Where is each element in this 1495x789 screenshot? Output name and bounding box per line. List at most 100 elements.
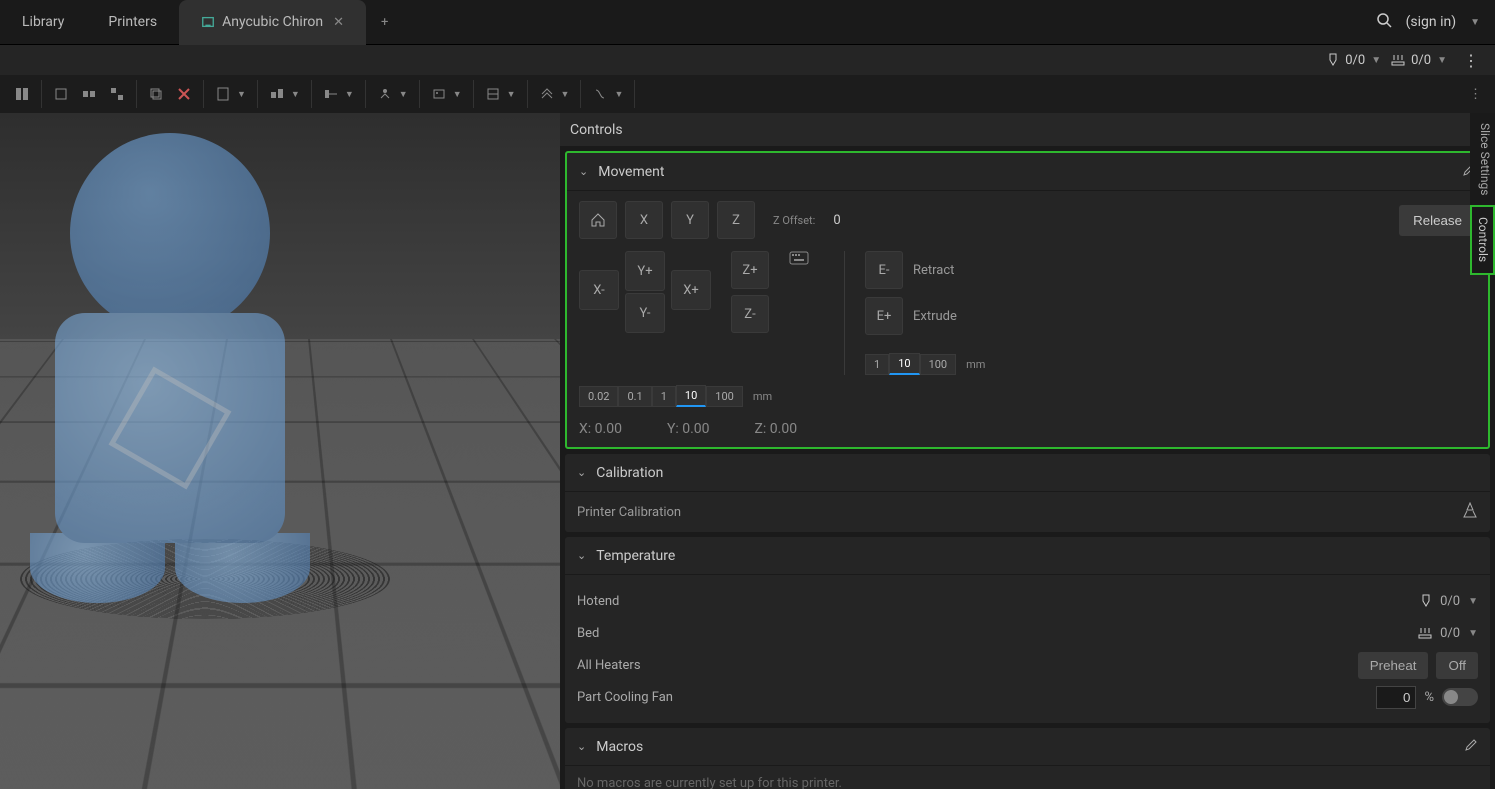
- tool-dd-8[interactable]: ▼: [586, 80, 629, 108]
- tool-dd-6[interactable]: ▼: [479, 80, 522, 108]
- jog-y-plus-button[interactable]: Y+: [625, 251, 665, 291]
- tabs-bar: Library Printers Anycubic Chiron ✕ + (si…: [0, 0, 1495, 45]
- bed-label: Bed: [577, 626, 1418, 641]
- chevron-down-icon: ⌄: [577, 549, 586, 562]
- tool-dd-1[interactable]: ▼: [209, 80, 252, 108]
- tool-arrange-1[interactable]: [47, 80, 75, 108]
- movement-step-1[interactable]: 1: [652, 386, 676, 407]
- movement-step-10[interactable]: 10: [676, 385, 706, 407]
- movement-step-selector: 0.020.1110100 mm: [579, 385, 1476, 407]
- section-header-calibration[interactable]: ⌄ Calibration: [565, 454, 1490, 492]
- jog-xy-cross: Y+ X- X+ Y-: [579, 251, 711, 329]
- section-movement: ⌄ Movement X Y Z Z Offset: 0 Release: [565, 151, 1490, 449]
- fan-speed-input[interactable]: [1376, 686, 1416, 709]
- signin-dropdown-icon[interactable]: ▼: [1470, 17, 1480, 28]
- jog-x-minus-button[interactable]: X-: [579, 270, 619, 310]
- macros-empty-label: No macros are currently set up for this …: [577, 776, 842, 789]
- position-row: X: 0.00 Y: 0.00 Z: 0.00: [579, 421, 1476, 437]
- more-menu-icon[interactable]: ⋮: [1457, 51, 1485, 70]
- tool-dd-3[interactable]: ▼: [317, 80, 360, 108]
- bed-icon: [1391, 54, 1405, 66]
- tool-dd-4[interactable]: ▼: [371, 80, 414, 108]
- toolbar: ▼ ▼ ▼ ▼ ▼ ▼ ▼ ▼ ⋮: [0, 75, 1495, 113]
- fan-toggle[interactable]: [1442, 688, 1478, 706]
- jog-z-plus-button[interactable]: Z+: [731, 251, 769, 289]
- tool-delete[interactable]: [170, 80, 198, 108]
- all-heaters-label: All Heaters: [577, 658, 1358, 673]
- extrude-step-selector: 110100 mm: [865, 353, 985, 375]
- status-hotend[interactable]: 0/0 ▼: [1327, 53, 1381, 68]
- edit-icon[interactable]: [1464, 738, 1478, 756]
- movement-step-0.1[interactable]: 0.1: [618, 386, 651, 407]
- z-offset-value: 0: [833, 213, 840, 228]
- 3d-viewport[interactable]: [0, 113, 560, 789]
- new-tab-button[interactable]: +: [366, 15, 403, 30]
- section-header-macros[interactable]: ⌄ Macros: [565, 728, 1490, 766]
- keyboard-icon[interactable]: [789, 251, 809, 269]
- model-preview: [20, 133, 320, 633]
- section-temperature: ⌄ Temperature Hotend 0/0 ▼ Bed 0/0: [565, 537, 1490, 723]
- home-x-button[interactable]: X: [625, 201, 663, 239]
- unit-label: mm: [753, 390, 772, 403]
- bed-dropdown-icon[interactable]: ▼: [1468, 628, 1478, 639]
- tool-copy[interactable]: [142, 80, 170, 108]
- extrude-step-100[interactable]: 100: [920, 354, 957, 375]
- home-icon: [590, 212, 606, 228]
- extrude-button[interactable]: E+: [865, 297, 903, 335]
- home-y-button[interactable]: Y: [671, 201, 709, 239]
- release-button[interactable]: Release: [1399, 205, 1476, 236]
- movement-step-100[interactable]: 100: [706, 386, 743, 407]
- signin-link[interactable]: (sign in): [1406, 14, 1457, 30]
- position-x: X: 0.00: [579, 421, 622, 437]
- jog-z-column: Z+ Z-: [731, 251, 769, 333]
- right-tab-slice-settings[interactable]: Slice Settings: [1470, 113, 1495, 205]
- extrude-step-1[interactable]: 1: [865, 354, 889, 375]
- fan-unit: %: [1424, 690, 1434, 705]
- bed-icon: [1418, 627, 1432, 639]
- status-bed[interactable]: 0/0 ▼: [1391, 53, 1447, 68]
- toolbar-more-icon[interactable]: ⋮: [1469, 87, 1492, 102]
- section-header-temperature[interactable]: ⌄ Temperature: [565, 537, 1490, 575]
- home-z-button[interactable]: Z: [717, 201, 755, 239]
- calibration-icon[interactable]: [1462, 502, 1478, 522]
- hotend-value: 0/0: [1440, 594, 1460, 609]
- search-icon[interactable]: [1376, 12, 1392, 32]
- movement-step-0.02[interactable]: 0.02: [579, 386, 618, 407]
- tool-arrange-2[interactable]: [75, 80, 103, 108]
- extrude-step-10[interactable]: 10: [889, 353, 919, 375]
- close-icon[interactable]: ✕: [333, 15, 344, 30]
- fan-label: Part Cooling Fan: [577, 690, 1376, 705]
- tab-library[interactable]: Library: [0, 0, 86, 45]
- hotend-dropdown-icon[interactable]: ▼: [1468, 596, 1478, 607]
- tool-dd-2[interactable]: ▼: [263, 80, 306, 108]
- chevron-down-icon: ⌄: [577, 740, 586, 753]
- retract-button[interactable]: E-: [865, 251, 903, 289]
- tool-dd-5[interactable]: ▼: [425, 80, 468, 108]
- z-offset-label: Z Offset:: [773, 214, 815, 227]
- panel-title-bar: Controls: [560, 113, 1495, 146]
- section-calibration: ⌄ Calibration Printer Calibration: [565, 454, 1490, 532]
- tool-view-1[interactable]: [8, 80, 36, 108]
- tool-dd-7[interactable]: ▼: [533, 80, 576, 108]
- jog-y-minus-button[interactable]: Y-: [625, 293, 665, 333]
- tab-printer-active[interactable]: Anycubic Chiron ✕: [179, 0, 366, 45]
- heaters-off-button[interactable]: Off: [1436, 652, 1478, 679]
- right-tab-controls[interactable]: Controls: [1470, 205, 1495, 274]
- nozzle-icon: [1327, 53, 1339, 67]
- controls-panel: Controls ⌄ Movement X Y: [560, 113, 1495, 789]
- chevron-down-icon: ⌄: [577, 466, 586, 479]
- tool-arrange-3[interactable]: [103, 80, 131, 108]
- jog-z-minus-button[interactable]: Z-: [731, 295, 769, 333]
- home-all-button[interactable]: [579, 201, 617, 239]
- section-header-movement[interactable]: ⌄ Movement: [567, 153, 1488, 191]
- hotend-label: Hotend: [577, 594, 1420, 609]
- jog-x-plus-button[interactable]: X+: [671, 270, 711, 310]
- printer-calibration-label: Printer Calibration: [577, 505, 681, 520]
- section-macros: ⌄ Macros No macros are currently set up …: [565, 728, 1490, 789]
- unit-label: mm: [966, 358, 985, 371]
- panel-title: Controls: [570, 122, 623, 138]
- tab-printers[interactable]: Printers: [86, 0, 179, 45]
- right-side-tabs: Slice Settings Controls: [1470, 113, 1495, 275]
- nozzle-icon: [1420, 594, 1432, 608]
- preheat-button[interactable]: Preheat: [1358, 652, 1429, 679]
